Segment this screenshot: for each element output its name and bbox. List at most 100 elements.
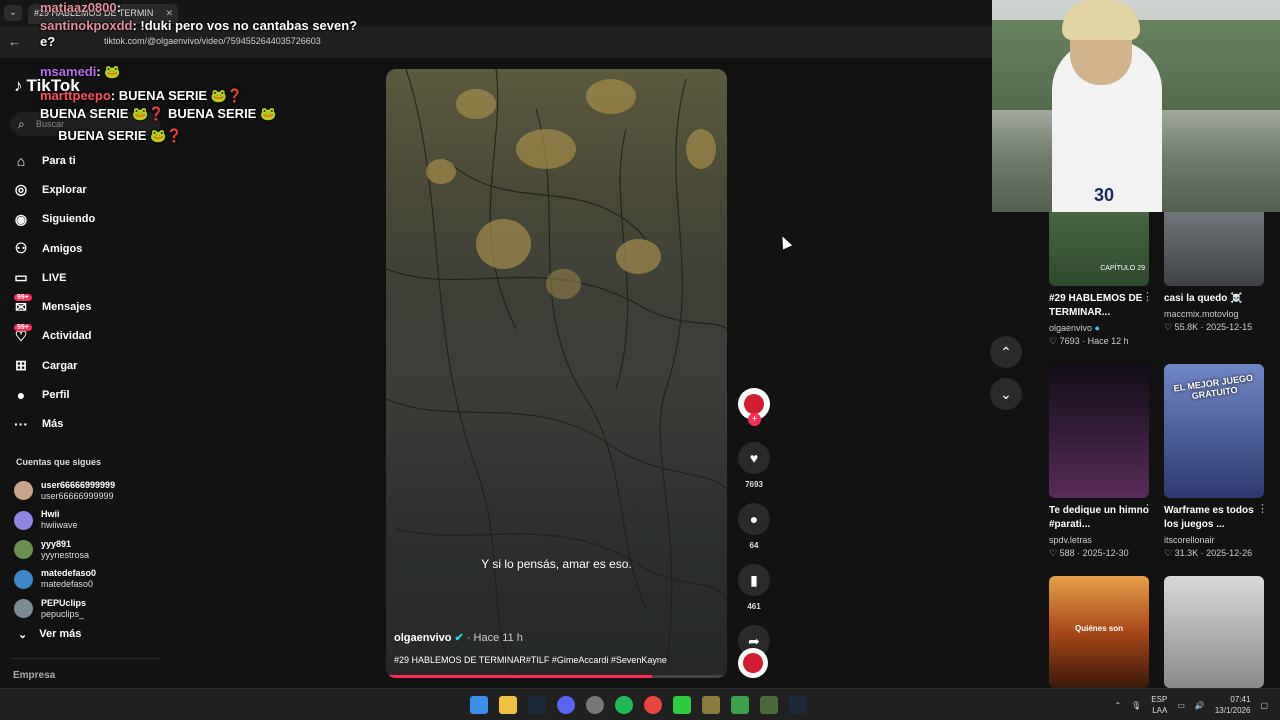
next-video-button[interactable]: ⌄ (990, 378, 1022, 410)
account-name: Hwii (41, 509, 60, 520)
video-actions: + ♥ 7693 ● 64 ▮ 461 ➦ 282 (737, 388, 771, 672)
card-meta: ♡ 588 · 2025-12-30 (1049, 548, 1129, 558)
like-button[interactable]: ♥ 7693 (737, 442, 771, 489)
more-options-icon[interactable]: ⋮ (1142, 502, 1153, 515)
app-icon[interactable] (702, 696, 720, 714)
follow-plus-icon[interactable]: + (748, 413, 761, 426)
sidebar-item-perfil[interactable]: ● Perfil (12, 380, 172, 409)
following-account[interactable]: PEPUclips pepuclips_ (14, 594, 184, 624)
language-indicator[interactable]: ESP LAA (1151, 694, 1167, 716)
system-tray: ⌃ 🎙 ESP LAA ▭ 🔊 07:41 13/1/2026 ▢ (1114, 694, 1268, 716)
file-explorer-icon[interactable] (499, 696, 517, 714)
account-name: yyy891 (41, 538, 72, 549)
following-account[interactable]: user66666999999 user66666999999 (14, 476, 184, 506)
see-more-button[interactable]: ⌄ Ver más (18, 628, 81, 641)
chat-text: : (116, 0, 121, 15)
video-thumbnail: EL MEJOR JUEGO GRATUITO (1164, 364, 1264, 498)
following-header: Cuentas que sigues (16, 457, 102, 467)
sidebar-item-label: Siguiendo (42, 213, 96, 226)
chrome-icon[interactable] (644, 696, 662, 714)
tray-chevron-icon[interactable]: ⌃ (1114, 701, 1121, 710)
app-icon[interactable] (673, 696, 691, 714)
following-account[interactable]: matedefaso0 matedefaso0 (14, 565, 184, 595)
chat-message: matiaaz0800: (40, 0, 370, 16)
notification-icon[interactable]: ▢ (1260, 701, 1268, 710)
recommended-video-card[interactable]: EL MEJOR JUEGO GRATUITO ⋮ Warframe es to… (1164, 364, 1268, 559)
chat-user: matiaaz0800 (40, 0, 117, 15)
card-meta: ♡ 31.3K · 2025-12-26 (1164, 548, 1253, 558)
compass-icon: ◎ (14, 181, 28, 198)
comment-button[interactable]: ● 64 (737, 503, 771, 550)
account-name: PEPUclips (41, 597, 87, 608)
sidebar-item-para-ti[interactable]: ⌂ Para ti (12, 146, 172, 175)
clock[interactable]: 07:41 13/1/2026 (1215, 694, 1251, 716)
card-title: Warframe es todos los juegos ... (1164, 505, 1254, 530)
sidebar-item-label: Actividad (42, 330, 92, 343)
creator-avatar[interactable]: + (738, 388, 770, 426)
sidebar-item-siguiendo[interactable]: ◉ Siguiendo (12, 205, 172, 234)
recommended-video-card[interactable]: ⋮ Te dedique un himno #parati... spdv.le… (1049, 364, 1153, 559)
account-handle: matedefaso0 (41, 579, 94, 590)
sidebar-item-explorar[interactable]: ◎ Explorar (12, 175, 172, 204)
windows-taskbar: ⌃ 🎙 ESP LAA ▭ 🔊 07:41 13/1/2026 ▢ (0, 688, 1280, 720)
spotify-icon[interactable] (615, 696, 633, 714)
like-count: 7693 (745, 480, 763, 489)
music-disc-icon[interactable] (738, 648, 768, 678)
thumbnail-text: EL MEJOR JUEGO GRATUITO (1173, 372, 1254, 402)
heart-icon: ♥ (738, 442, 770, 474)
video-author[interactable]: olgaenvivo ✔ · Hace 11 h (394, 631, 523, 644)
video-player[interactable]: Y si lo pensás, amar es eso. olgaenvivo … (386, 69, 727, 678)
account-name: matedefaso0 (41, 568, 97, 579)
back-arrow-icon[interactable]: ← (8, 34, 21, 49)
streamer-webcam: 30 (992, 0, 1280, 212)
windows-start-icon[interactable] (470, 696, 488, 714)
app-icon[interactable] (760, 696, 778, 714)
avatar (14, 569, 33, 589)
sidebar-item-amigos[interactable]: ⚇ Amigos (12, 234, 172, 263)
chat-message: BUENA SERIE 🐸❓ (58, 128, 183, 143)
sidebar-item-mensajes[interactable]: 99+ ✉ Mensajes (12, 292, 172, 321)
sidebar-item-cargar[interactable]: ⊞ Cargar (12, 351, 172, 380)
sidebar-item-label: Cargar (42, 359, 78, 372)
footer-link-empresa[interactable]: Empresa (13, 670, 55, 681)
messages-icon: ✉ (15, 298, 27, 315)
sidebar-item-live[interactable]: ▭ LIVE (12, 263, 172, 292)
card-author: olgaenvivo ● (1049, 323, 1100, 333)
network-icon[interactable]: ▭ (1177, 701, 1185, 710)
video-thumbnail (1049, 364, 1149, 498)
previous-video-button[interactable]: ⌃ (990, 336, 1022, 368)
discord-icon[interactable] (557, 696, 575, 714)
verified-badge-icon: ● (1094, 323, 1100, 333)
following-account[interactable]: yyy891 yyynestrosa (14, 535, 184, 565)
video-progress-bar[interactable] (386, 675, 727, 678)
mic-icon[interactable]: 🎙 (1131, 701, 1141, 710)
following-account[interactable]: Hwii hwiiwave (14, 506, 184, 536)
steam-icon[interactable] (528, 696, 546, 714)
chevron-up-icon: ⌃ (1000, 344, 1012, 360)
sidebar-item-mas[interactable]: ··· Más (12, 410, 172, 439)
account-name: user66666999999 (41, 479, 116, 490)
chat-user: marttpeepo (40, 88, 111, 103)
avatar (744, 394, 764, 414)
more-options-icon[interactable]: ⋮ (1257, 502, 1268, 515)
post-time: · Hace 11 h (466, 632, 523, 644)
app-icon[interactable] (586, 696, 604, 714)
tab-search-button[interactable]: ⌄ (4, 5, 22, 21)
upload-icon: ⊞ (15, 357, 27, 374)
more-options-icon[interactable]: ⋮ (1142, 290, 1153, 303)
steam-icon[interactable] (789, 696, 807, 714)
sidebar-item-label: Amigos (42, 242, 83, 255)
video-subtitle: Y si lo pensás, amar es eso. (481, 557, 632, 571)
volume-icon[interactable]: 🔊 (1195, 701, 1205, 710)
author-name: olgaenvivo (394, 632, 452, 644)
card-author: itscorellonair (1164, 535, 1215, 545)
recommended-video-card[interactable]: Quiénes son (1049, 576, 1149, 688)
sidebar-item-label: Más (42, 418, 64, 431)
chat-message: santinokpoxdd: !duki pero vos no cantaba… (40, 18, 370, 50)
recommended-video-card[interactable] (1164, 576, 1264, 688)
chat-text: BUENA SERIE (167, 106, 257, 121)
app-icon[interactable] (731, 696, 749, 714)
save-button[interactable]: ▮ 461 (737, 564, 771, 611)
sidebar-nav: ⌂ Para ti ◎ Explorar ◉ Siguiendo ⚇ Amigo… (12, 146, 172, 439)
sidebar-item-actividad[interactable]: 99+ ♡ Actividad (12, 322, 172, 351)
